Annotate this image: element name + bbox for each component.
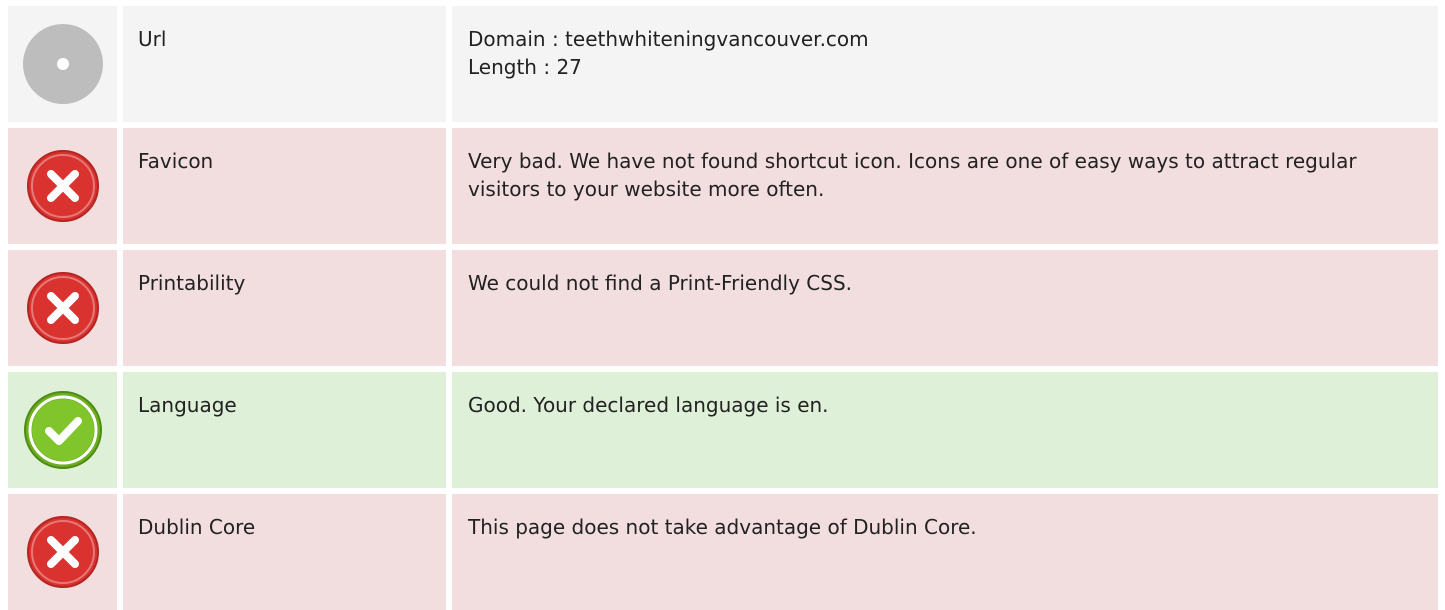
report-row-language: Language Good. Your declared language is… [8,372,1438,488]
check-result: Domain : teethwhiteningvancouver.com Len… [452,6,1438,122]
report-row-favicon: Favicon Very bad. We have not found shor… [8,128,1438,244]
report-row-printability: Printability We could not find a Print-F… [8,250,1438,366]
check-name: Printability [123,250,446,366]
check-result: Good. Your declared language is en. [452,372,1438,488]
check-result: Very bad. We have not found shortcut ico… [452,128,1438,244]
status-cell [8,128,117,244]
check-name: Dublin Core [123,494,446,610]
neutral-dot-icon [22,23,104,105]
seo-report-table: Url Domain : teethwhiteningvancouver.com… [8,6,1438,610]
length-text: Length : 27 [468,55,582,79]
check-name: Url [123,6,446,122]
error-x-icon [26,271,100,345]
error-x-icon [26,149,100,223]
status-cell [8,250,117,366]
report-row-dublin-core: Dublin Core This page does not take adva… [8,494,1438,610]
domain-text: Domain : teethwhiteningvancouver.com [468,27,869,51]
report-row-url: Url Domain : teethwhiteningvancouver.com… [8,6,1438,122]
status-cell [8,6,117,122]
status-cell [8,372,117,488]
check-name: Language [123,372,446,488]
error-x-icon [26,515,100,589]
check-result: We could not find a Print-Friendly CSS. [452,250,1438,366]
status-cell [8,494,117,610]
check-result: This page does not take advantage of Dub… [452,494,1438,610]
success-check-icon [23,390,103,470]
check-name: Favicon [123,128,446,244]
